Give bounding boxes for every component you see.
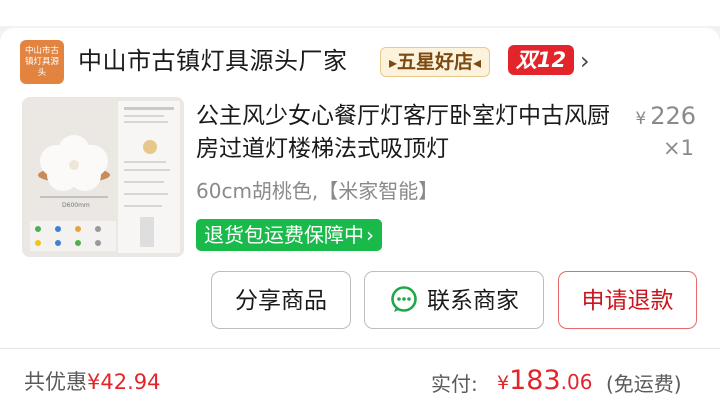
paid-decimal: .06 (560, 370, 593, 394)
store-name[interactable]: 中山市古镇灯具源头厂家 (78, 44, 348, 78)
paid-integer: 183 (509, 365, 561, 396)
discount-label: 共优惠 (24, 370, 87, 394)
product-variant: 60cm胡桃色,【米家智能】 (196, 179, 439, 203)
return-guarantee-label: 退货包运费保障中 (204, 223, 364, 247)
discount-value: ¥42.94 (87, 370, 161, 394)
contact-seller-label: 联系商家 (427, 288, 519, 314)
free-shipping-note: (免运费) (606, 372, 682, 396)
price-value: 226 (650, 102, 696, 130)
price-currency: ¥ (635, 109, 647, 129)
badge-left-mark: ▸ (389, 53, 398, 72)
request-refund-button[interactable]: 申请退款 (558, 271, 697, 329)
badge-right-mark: ◂ (473, 53, 482, 72)
double-12-badge: 双12 (508, 45, 574, 75)
return-shipping-guarantee[interactable]: 退货包运费保障中 › (196, 219, 382, 251)
five-star-store-badge: ▸五星好店◂ (380, 47, 491, 77)
contact-seller-button[interactable]: 联系商家 (364, 271, 544, 329)
paid-amount: ¥183.06 (497, 362, 592, 403)
chat-bubble-icon (391, 285, 417, 312)
product-image-art: D600mm (22, 97, 184, 257)
product-image-caption: D600mm (62, 202, 90, 209)
badge-rating-label: 五星好店 (397, 51, 474, 73)
divider (0, 348, 720, 349)
store-logo-text: 中山市古镇灯具源头 (24, 45, 59, 78)
product-image[interactable]: D600mm (22, 97, 184, 257)
product-title[interactable]: 公主风少女心餐厅灯客厅卧室灯中古风厨房过道灯楼梯法式吸顶灯 (196, 100, 616, 166)
store-chevron-right-icon[interactable]: › (580, 47, 590, 75)
paid-label: 实付: (431, 372, 478, 396)
product-price: ¥226 (635, 102, 696, 130)
store-logo[interactable]: 中山市古镇灯具源头 (20, 40, 64, 84)
paid-currency: ¥ (497, 372, 510, 394)
product-quantity: ×1 (663, 136, 694, 160)
share-product-button[interactable]: 分享商品 (211, 271, 351, 329)
top-strip (0, 0, 720, 26)
chevron-right-icon: › (366, 223, 374, 247)
total-discount: 共优惠¥42.94 (24, 366, 160, 398)
